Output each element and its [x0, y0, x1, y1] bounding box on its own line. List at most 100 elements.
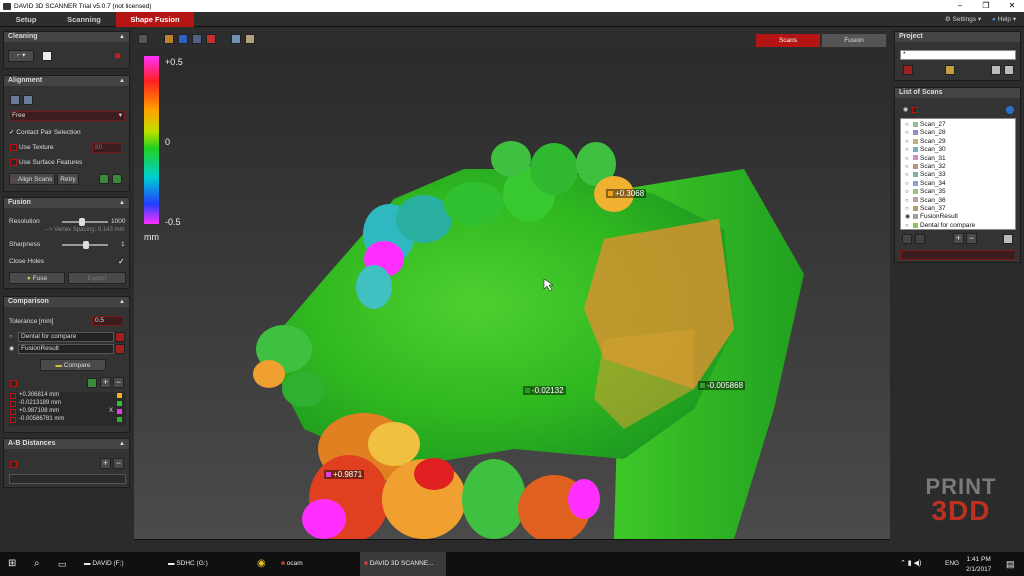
- eye-icon[interactable]: ○: [905, 171, 911, 179]
- tab-setup[interactable]: Setup: [0, 12, 52, 27]
- alignment-mode-select[interactable]: Free ▾: [9, 111, 125, 121]
- align-view-icon[interactable]: [10, 95, 20, 105]
- list-item[interactable]: ○ Scan_27: [905, 121, 946, 129]
- new-project-icon[interactable]: [903, 65, 913, 75]
- move-down-icon[interactable]: [915, 234, 925, 244]
- save-icon[interactable]: [991, 65, 1001, 75]
- list-item[interactable]: ○ Scan_28: [905, 129, 946, 137]
- taskbar-david-scanner[interactable]: ■ DAVID 3D SCANNE...: [360, 552, 446, 576]
- tray-icons[interactable]: ⌃ ▮ ◀): [900, 552, 921, 576]
- refresh-icon[interactable]: [87, 378, 97, 388]
- slider-handle[interactable]: [79, 218, 85, 226]
- list-item[interactable]: ○ Scan_33: [905, 171, 946, 179]
- list-item[interactable]: +0.987108 mm X: [9, 408, 126, 416]
- search-icon[interactable]: ⌕: [34, 552, 40, 576]
- eye-icon[interactable]: ○: [905, 188, 911, 196]
- eye-icon[interactable]: ○: [905, 180, 911, 188]
- mesh-render[interactable]: [134, 29, 890, 539]
- collapse-icon[interactable]: ▲: [119, 76, 125, 86]
- eye-icon[interactable]: ○: [905, 129, 911, 137]
- texture-value-input[interactable]: 80: [92, 143, 122, 153]
- export-scan-icon[interactable]: [1003, 234, 1013, 244]
- result-checkbox[interactable]: [10, 417, 16, 423]
- list-item[interactable]: +0.306814 mm: [9, 392, 126, 400]
- add-icon[interactable]: +: [953, 233, 964, 244]
- list-item[interactable]: ○ Scan_31: [905, 155, 946, 163]
- taskbar-david-drive[interactable]: ▬ DAVID (F:): [84, 552, 124, 576]
- settings-menu[interactable]: ⚙ Settings ▾: [940, 12, 986, 27]
- help-menu[interactable]: ● Help ▾: [986, 12, 1022, 27]
- redo-icon[interactable]: [112, 174, 122, 184]
- collapse-icon[interactable]: ▲: [119, 32, 125, 42]
- save-as-icon[interactable]: [1004, 65, 1014, 75]
- close-icon[interactable]: ✕: [1002, 0, 1022, 12]
- eye-icon[interactable]: ◉: [903, 106, 908, 113]
- cleaning-header[interactable]: Cleaning ▲: [4, 32, 129, 42]
- remove-icon[interactable]: −: [113, 377, 124, 388]
- undo-icon[interactable]: [99, 174, 109, 184]
- language-indicator[interactable]: ENG: [945, 552, 959, 576]
- selection-tool-button[interactable]: ⌐ ▾: [8, 50, 34, 62]
- use-texture-checkbox[interactable]: [10, 144, 17, 151]
- delete-icon[interactable]: ✖: [114, 51, 124, 61]
- slider-handle[interactable]: [83, 241, 89, 249]
- fuse-button[interactable]: ● Fuse: [9, 272, 65, 284]
- comparison-header[interactable]: Comparison ▲: [4, 297, 129, 307]
- remove-icon[interactable]: −: [113, 458, 124, 469]
- compare-item-1[interactable]: Dental for compare: [18, 332, 114, 342]
- list-item[interactable]: ○ Scan_37: [905, 205, 946, 213]
- brush-tool-icon[interactable]: [42, 51, 52, 61]
- task-view-icon[interactable]: ▭: [58, 552, 67, 576]
- list-item[interactable]: ○ Scan_35: [905, 188, 946, 196]
- resolution-slider[interactable]: [62, 218, 108, 226]
- collapse-icon[interactable]: ▲: [119, 297, 125, 307]
- notification-icon[interactable]: ▤: [1006, 552, 1015, 576]
- eye-icon[interactable]: ○: [905, 197, 911, 205]
- align-list-icon[interactable]: [23, 95, 33, 105]
- ab-select-checkbox[interactable]: [10, 461, 17, 468]
- alignment-header[interactable]: Alignment ▲: [4, 76, 129, 86]
- move-up-icon[interactable]: [902, 234, 912, 244]
- list-item[interactable]: ○ Scan_30: [905, 146, 946, 154]
- 3d-viewport[interactable]: Scans Fusion +0.5 0 -0.5 mm +0.3068 -0.0…: [134, 29, 890, 539]
- close-holes-checkbox[interactable]: ✓: [118, 257, 125, 266]
- compare-item-2[interactable]: FusionResult: [18, 344, 114, 354]
- use-surface-checkbox[interactable]: [10, 159, 17, 166]
- list-item[interactable]: ○ Dental for compare: [905, 222, 975, 230]
- eye-icon[interactable]: ○: [905, 146, 911, 154]
- add-icon[interactable]: +: [100, 377, 111, 388]
- contact-pair-checkbox[interactable]: ✓ Contact Pair Selection: [9, 128, 81, 136]
- compare-button[interactable]: ▬ Compare: [40, 359, 106, 371]
- project-name-field[interactable]: *: [900, 50, 1016, 60]
- fusion-header[interactable]: Fusion ▲: [4, 198, 129, 208]
- list-item[interactable]: -0.0213189 mm: [9, 400, 126, 408]
- eye-icon[interactable]: ◉: [905, 213, 911, 221]
- tab-shape-fusion[interactable]: Shape Fusion: [116, 12, 194, 27]
- select-all-checkbox[interactable]: [10, 380, 17, 387]
- maximize-icon[interactable]: ❐: [976, 0, 996, 12]
- remove-icon[interactable]: −: [966, 233, 977, 244]
- tab-scanning[interactable]: Scanning: [52, 12, 116, 27]
- measure-marker[interactable]: -0.02132: [523, 386, 566, 395]
- collapse-icon[interactable]: ▲: [119, 198, 125, 208]
- list-item[interactable]: ◉ FusionResult: [905, 213, 958, 221]
- result-x-marker[interactable]: X: [109, 408, 113, 414]
- sharpness-slider[interactable]: [62, 241, 108, 249]
- select-all-checkbox[interactable]: [912, 107, 918, 113]
- clock[interactable]: 1:41 PM 2/1/2017: [966, 555, 991, 573]
- result-checkbox[interactable]: [10, 409, 16, 415]
- eye-icon[interactable]: ○: [9, 334, 13, 340]
- eye-icon[interactable]: ○: [905, 205, 911, 213]
- result-checkbox[interactable]: [10, 393, 16, 399]
- chrome-icon[interactable]: ◉: [257, 552, 266, 576]
- measure-marker[interactable]: +0.9871: [324, 470, 365, 479]
- result-checkbox[interactable]: [10, 401, 16, 407]
- measure-marker[interactable]: +0.3068: [606, 189, 647, 198]
- tolerance-input[interactable]: 0.5: [92, 316, 124, 326]
- open-project-icon[interactable]: [945, 65, 955, 75]
- eye-icon[interactable]: ○: [905, 138, 911, 146]
- list-item[interactable]: ○ Scan_36: [905, 197, 946, 205]
- eye-icon[interactable]: ○: [905, 121, 911, 129]
- eye-icon[interactable]: ◉: [9, 345, 14, 352]
- collapse-icon[interactable]: ▲: [119, 439, 125, 449]
